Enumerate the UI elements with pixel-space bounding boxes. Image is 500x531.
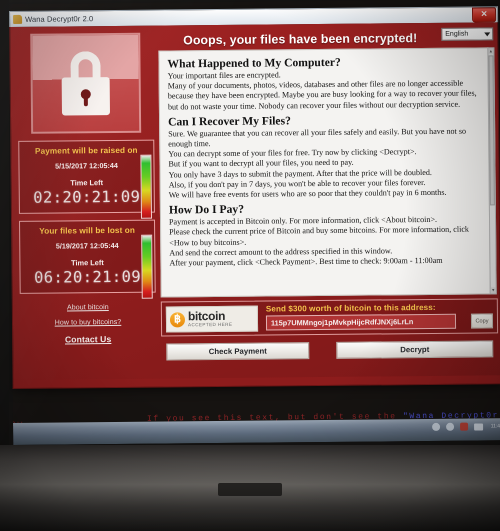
left-panel: Payment will be raised on 5/15/2017 12:0… [15,30,158,383]
loss-timer-left-label: Time Left [71,258,104,268]
language-select-value: English [445,30,469,38]
scrollbar-thumb[interactable] [488,55,495,206]
payment-timer-title: Payment will be raised on [34,145,138,156]
payment-timer-box: Payment will be raised on 5/15/2017 12:0… [18,139,155,219]
copy-address-button[interactable]: Copy [470,313,494,329]
system-tray[interactable]: 11:4 [431,422,500,431]
payment-timer-countdown: 02:20:21:09 [33,187,141,207]
decrypt-button[interactable]: Decrypt [336,340,494,359]
loss-timer-date: 5/19/2017 12:05:44 [55,240,119,251]
bitcoin-logo: ฿ bitcoin ACCEPTED HERE [165,305,259,333]
padlock-icon [30,32,142,134]
check-payment-button[interactable]: Check Payment [166,342,310,361]
loss-timer-countdown: 06:20:21:09 [33,267,142,287]
link-how-to-buy-bitcoins[interactable]: How to buy bitcoins? [18,319,158,327]
link-about-bitcoin[interactable]: About bitcoin [18,304,158,312]
scroll-down-icon[interactable]: ▼ [490,287,496,294]
monitor-photo: ypted. Ooops, your important files are e… [0,0,500,531]
window-body: Payment will be raised on 5/15/2017 12:0… [9,22,500,389]
payment-timer-gauge [140,154,152,219]
loss-timer-box: Your files will be lost on 5/19/2017 12:… [19,219,156,299]
bitcoin-logo-sub: ACCEPTED HERE [187,321,233,327]
scroll-up-icon[interactable]: ▲ [488,48,494,55]
section-1-p5: We will have free events for users who a… [168,187,447,200]
taskbar[interactable]: 11:4 [13,418,500,445]
language-select[interactable]: English [441,27,494,41]
bitcoin-payment-panel: ฿ bitcoin ACCEPTED HERE Send $300 worth … [160,298,499,337]
app-icon [13,14,23,24]
taskbar-clock[interactable]: 11:4 [491,423,500,429]
loss-timer-gauge [141,234,153,299]
send-amount-label: Send $300 worth of bitcoin to this addre… [265,302,436,314]
bitcoin-coin-icon: ฿ [169,311,186,327]
info-links: About bitcoin How to buy bitcoins? Conta… [18,304,158,345]
section-0-p1: Many of your documents, photos, videos, … [167,78,477,112]
payment-timer-date: 5/15/2017 12:05:44 [55,160,118,171]
security-alert-icon[interactable] [459,422,468,431]
ransom-note-text: What Happened to My Computer? Your impor… [158,47,491,298]
padlock-keyhole [80,89,91,100]
monitor-bezel-bottom [0,445,500,531]
bitcoin-logo-name: bitcoin [187,308,226,323]
window-title: Wana Decrypt0r 2.0 [25,14,94,24]
chevron-down-icon [484,32,491,37]
right-panel: Ooops, your files have been encrypted! E… [158,26,499,381]
network-icon[interactable] [445,422,454,431]
chevron-up-icon[interactable] [431,422,440,431]
close-button[interactable]: ✕ [471,7,497,23]
bitcoin-address-field[interactable]: 115p7UMMngoj1pMvkpHijcRdfJNXj6LrLn [265,313,457,331]
ransom-note-scrollbar[interactable]: ▲ ▼ [487,47,497,295]
wana-decryptor-window: Wana Decrypt0r 2.0 ✕ Payment will be rai… [9,6,500,389]
loss-timer-title: Your files will be lost on [39,225,136,236]
link-contact-us[interactable]: Contact Us [18,334,158,345]
section-2-p3: After your payment, click <Check Payment… [169,255,443,268]
payment-timer-left-label: Time Left [70,178,104,188]
flag-icon[interactable] [473,422,483,431]
